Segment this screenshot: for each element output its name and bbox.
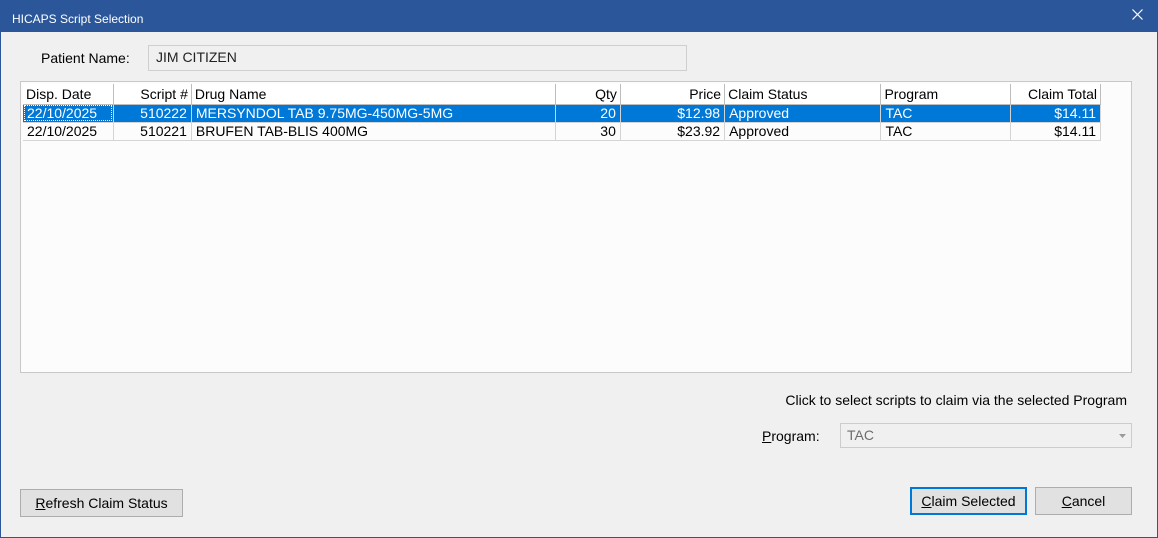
program-dropdown-value: TAC [847, 427, 874, 443]
script-selection-dialog: HICAPS Script Selection Patient Name: JI… [0, 0, 1158, 538]
cell-qty: 30 [555, 122, 621, 141]
cell-claim-status: Approved [724, 104, 882, 123]
patient-name-label: Patient Name: [41, 50, 130, 66]
chevron-down-icon[interactable] [1113, 424, 1131, 447]
cancel-label: ancel [1071, 493, 1106, 509]
cell-script-number: 510222 [113, 104, 192, 123]
col-header-program[interactable]: Program [880, 84, 1011, 105]
col-header-drug-name[interactable]: Drug Name [191, 84, 556, 105]
cell-drug-name: MERSYNDOL TAB 9.75MG-450MG-5MG [191, 104, 556, 123]
dropdown-arrow-glyph [1118, 433, 1126, 438]
scripts-grid[interactable]: Disp. Date Script # Drug Name Qty Price … [20, 81, 1132, 373]
cell-claim-total: $14.11 [1010, 104, 1102, 123]
cell-price: $23.92 [620, 122, 726, 141]
col-header-qty[interactable]: Qty [555, 84, 621, 105]
col-header-claim-status[interactable]: Claim Status [724, 84, 882, 105]
program-label-text: rogram: [771, 428, 820, 444]
window-title: HICAPS Script Selection [12, 12, 144, 26]
program-dropdown[interactable]: TAC [840, 423, 1132, 448]
cell-qty: 20 [555, 104, 621, 123]
cancel-button[interactable]: Cancel [1035, 487, 1132, 515]
close-button[interactable] [1117, 1, 1157, 27]
cell-claim-status: Approved [724, 122, 882, 141]
claim-selected-button[interactable]: Claim Selected [910, 487, 1027, 515]
selection-hint: Click to select scripts to claim via the… [785, 392, 1127, 408]
program-label-accel: P [762, 428, 772, 444]
close-icon [1131, 8, 1143, 20]
cell-drug-name: BRUFEN TAB-BLIS 400MG [191, 122, 556, 141]
cell-price: $12.98 [620, 104, 726, 123]
col-header-script-number[interactable]: Script # [113, 84, 192, 105]
refresh-accel: R [35, 495, 46, 511]
claim-label: laim Selected [931, 493, 1016, 509]
col-header-price[interactable]: Price [620, 84, 726, 105]
cell-disp-date: 22/10/2025 [23, 104, 114, 123]
refresh-label: efresh Claim Status [45, 495, 168, 511]
scripts-table: Disp. Date Script # Drug Name Qty Price … [23, 84, 1102, 141]
col-header-disp-date[interactable]: Disp. Date [23, 84, 114, 105]
table-row[interactable]: 22/10/2025 510222 MERSYNDOL TAB 9.75MG-4… [23, 104, 1102, 123]
col-header-claim-total[interactable]: Claim Total [1010, 84, 1102, 105]
cell-claim-total: $14.11 [1010, 122, 1102, 141]
refresh-claim-status-button[interactable]: Refresh Claim Status [20, 489, 183, 517]
grid-header-row: Disp. Date Script # Drug Name Qty Price … [23, 84, 1102, 105]
cell-script-number: 510221 [113, 122, 192, 141]
claim-accel: C [921, 493, 932, 509]
title-bar[interactable]: HICAPS Script Selection [1, 1, 1157, 32]
cell-disp-date: 22/10/2025 [23, 122, 114, 141]
cell-program: TAC [880, 104, 1011, 123]
table-row[interactable]: 22/10/2025 510221 BRUFEN TAB-BLIS 400MG … [23, 122, 1102, 141]
cancel-accel: C [1061, 493, 1072, 509]
program-label: Program: [762, 428, 820, 444]
cell-program: TAC [880, 122, 1011, 141]
patient-name-field: JIM CITIZEN [148, 45, 687, 71]
